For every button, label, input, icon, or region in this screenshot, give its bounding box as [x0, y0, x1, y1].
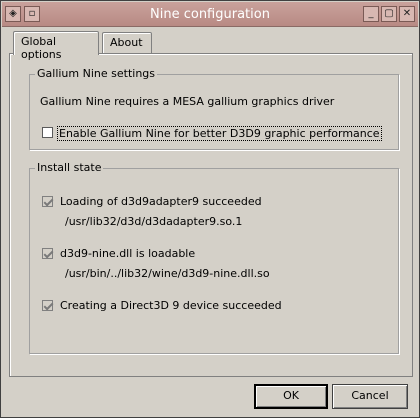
nine-config-window: ◈ ▫ Nine configuration _ ▢ ✕ Global opti… [0, 0, 420, 418]
cancel-button[interactable]: Cancel [332, 384, 408, 409]
requirement-text: Gallium Nine requires a MESA gallium gra… [40, 95, 335, 108]
global-options-panel: Gallium Nine settings Gallium Nine requi… [9, 53, 413, 377]
tab-global-options[interactable]: Global options [13, 31, 99, 61]
enable-gallium-nine-label[interactable]: Enable Gallium Nine for better D3D9 grap… [57, 126, 382, 141]
d3d9adapter-status-checkbox [42, 196, 53, 207]
minimize-icon[interactable]: _ [363, 6, 379, 22]
direct3d-device-status-label: Creating a Direct3D 9 device succeeded [60, 299, 282, 312]
d3d9-nine-dll-path: /usr/bin/../lib32/wine/d3d9-nine.dll.so [65, 267, 270, 280]
d3d9adapter-path: /usr/lib32/d3d/d3dadapter9.so.1 [65, 215, 243, 228]
d3d9adapter-status-label: Loading of d3d9adapter9 succeeded [60, 195, 262, 208]
close-icon[interactable]: ✕ [399, 6, 415, 22]
enable-gallium-nine-checkbox[interactable] [42, 127, 53, 138]
tab-about[interactable]: About [102, 32, 152, 54]
title-bar[interactable]: ◈ ▫ Nine configuration _ ▢ ✕ [2, 2, 418, 27]
install-group-label: Install state [35, 161, 104, 174]
maximize-icon[interactable]: ▢ [381, 6, 397, 22]
gallium-group-label: Gallium Nine settings [35, 67, 158, 80]
window-title: Nine configuration [150, 7, 270, 22]
install-state-group: Install state Loading of d3d9adapter9 su… [29, 161, 399, 354]
d3d9-nine-dll-status-label: d3d9-nine.dll is loadable [60, 247, 196, 260]
direct3d-device-status-checkbox [42, 300, 53, 311]
ok-button[interactable]: OK [254, 384, 328, 409]
d3d9-nine-dll-status-checkbox [42, 248, 53, 259]
gallium-nine-settings-group: Gallium Nine settings Gallium Nine requi… [29, 67, 399, 150]
